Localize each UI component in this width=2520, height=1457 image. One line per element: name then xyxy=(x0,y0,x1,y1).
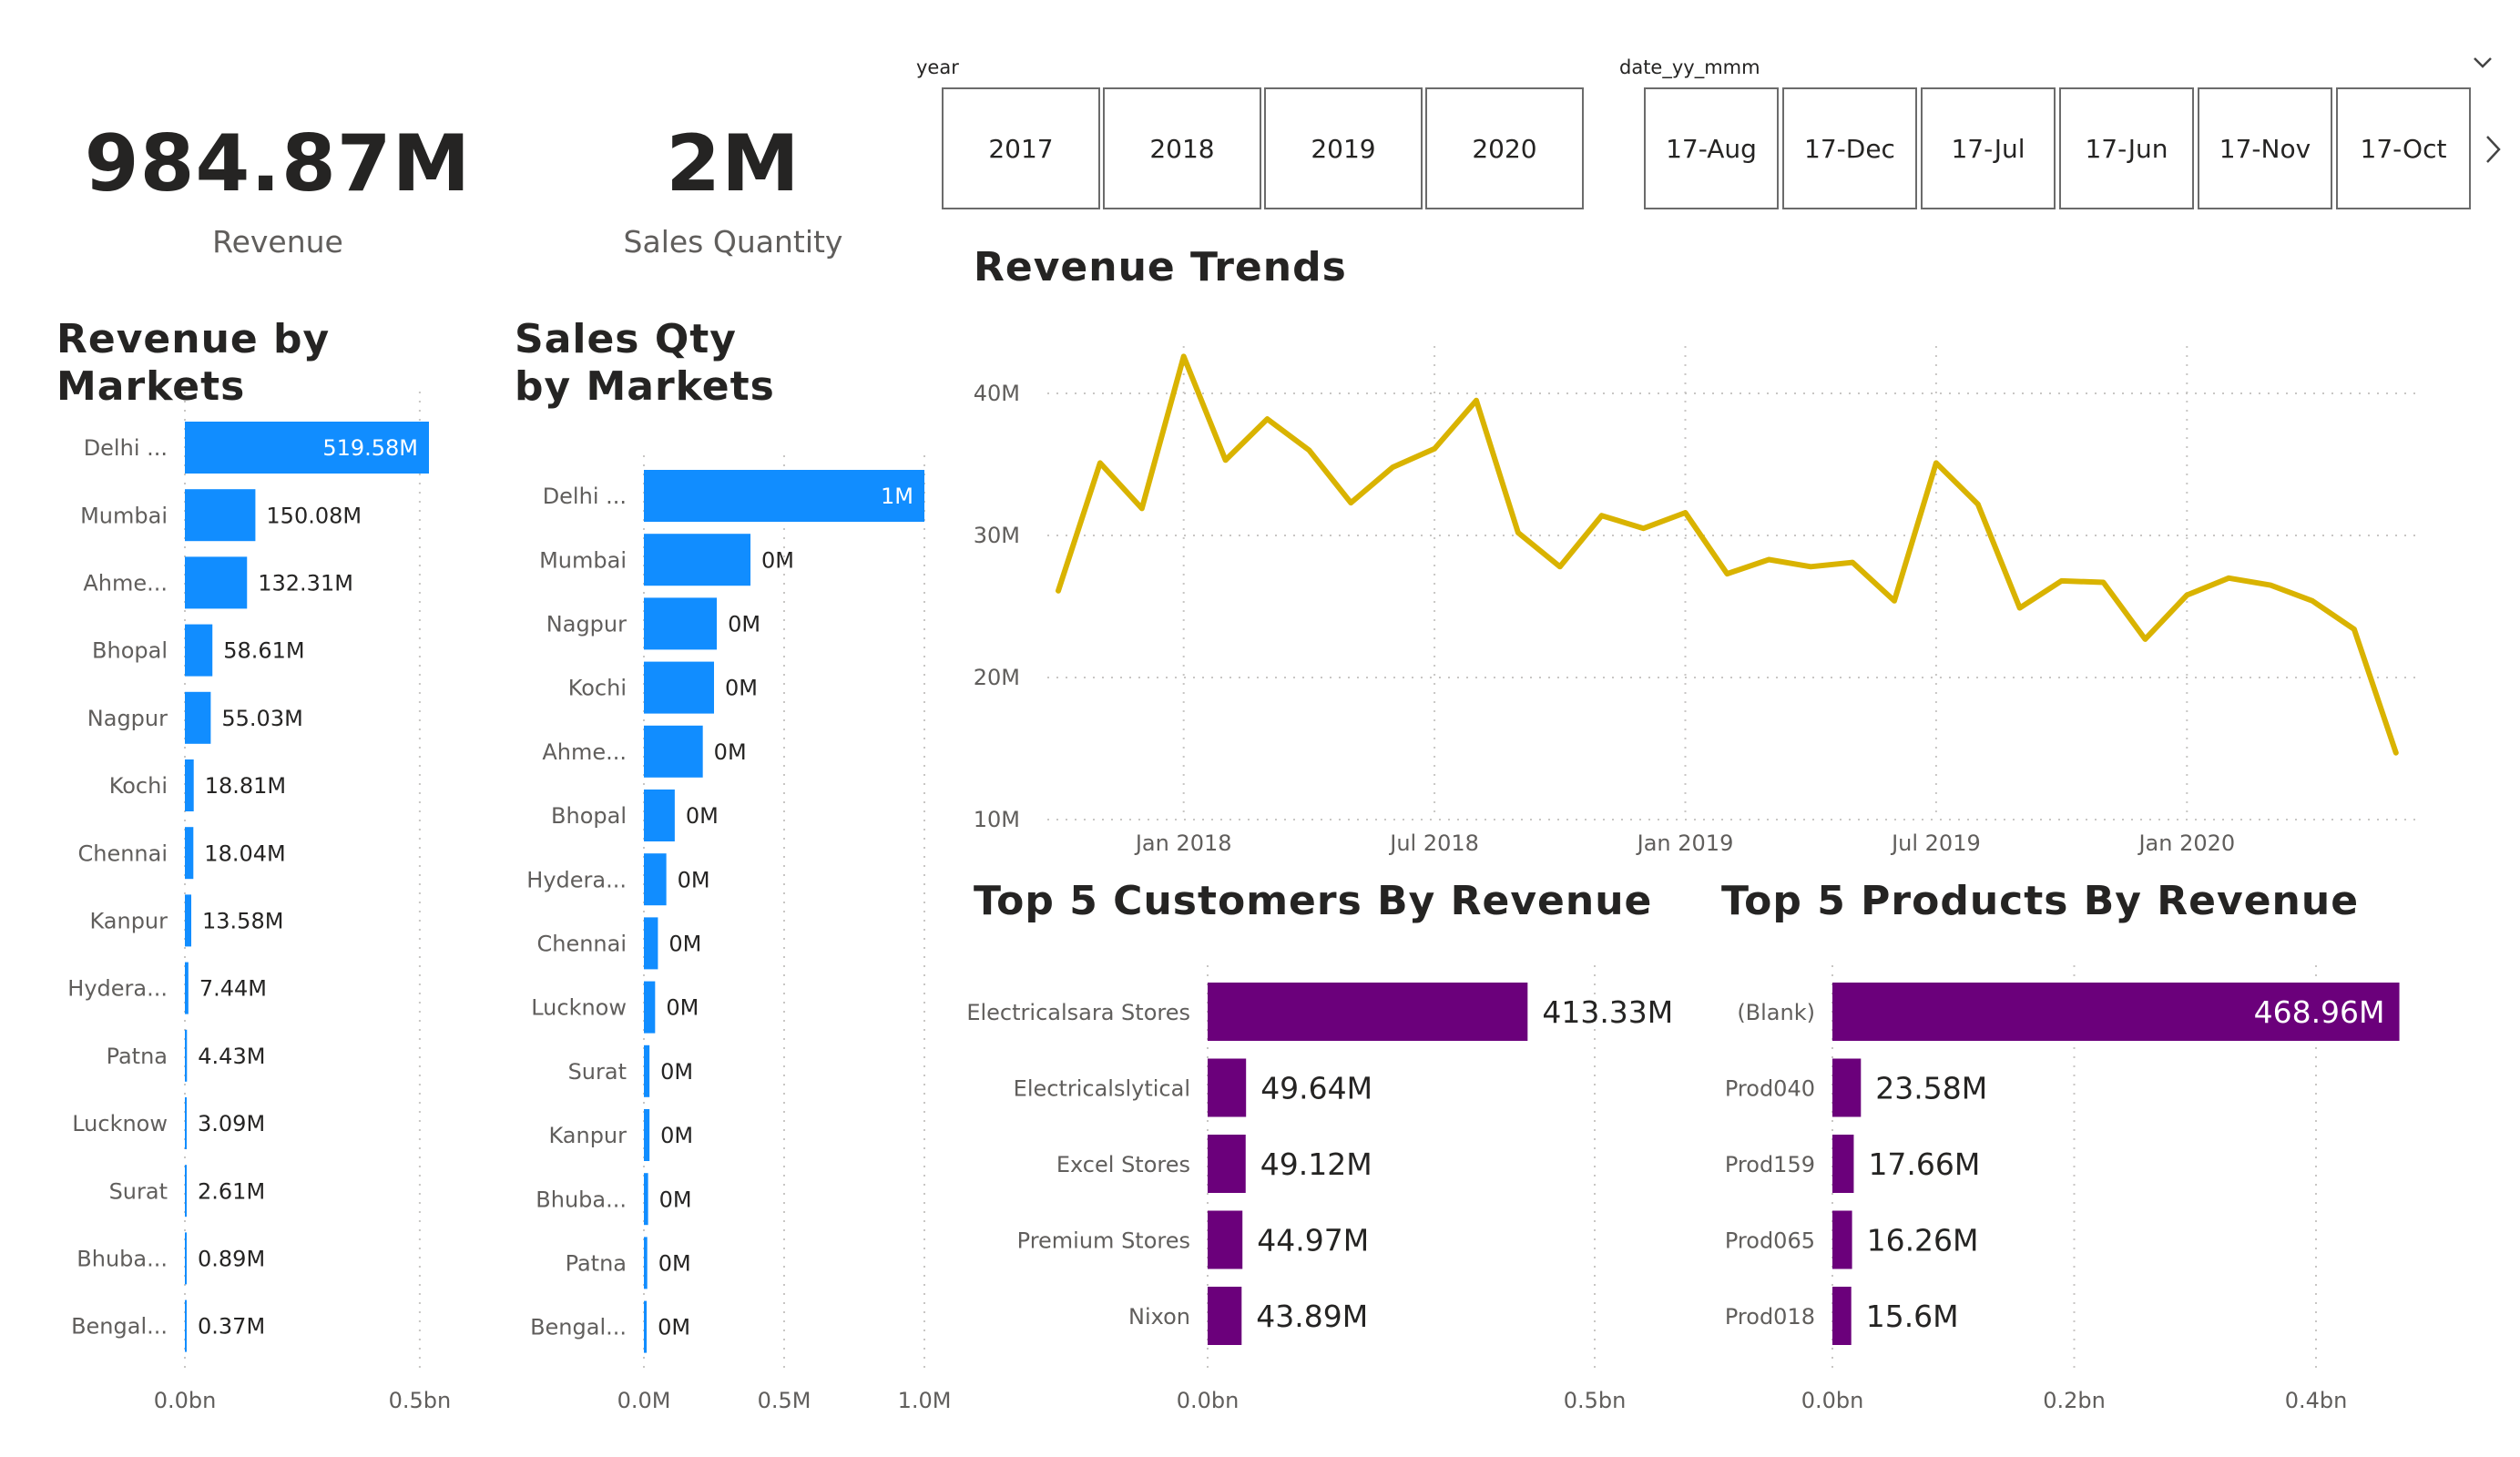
top-products-category-label: Prod159 xyxy=(1725,1152,1815,1177)
top-products-bar xyxy=(1832,1210,1852,1269)
top-products-chart: 0.0bn 0.2bn 0.4bn (Blank) 468.96M Prod040 23.5… xyxy=(1725,965,2400,1413)
top-products-category-label: Prod018 xyxy=(1725,1304,1815,1330)
top-products-category-label: Prod065 xyxy=(1725,1228,1815,1254)
top-products-x-tick-label: 0.2bn xyxy=(2043,1388,2106,1413)
top-products-bar xyxy=(1832,1135,1854,1193)
top-products-data-label: 23.58M xyxy=(1875,1071,1987,1106)
top-products-bar xyxy=(1832,1058,1862,1117)
top-products-data-label: 17.66M xyxy=(1868,1146,1980,1182)
top-products-data-label: 468.96M xyxy=(2254,994,2385,1030)
top-products-data-label: 15.6M xyxy=(1866,1299,1959,1334)
top-products-x-tick-label: 0.4bn xyxy=(2285,1388,2348,1413)
top-products-bar xyxy=(1832,1287,1852,1345)
top-products-category-label: (Blank) xyxy=(1737,1000,1815,1025)
top-products-data-label: 16.26M xyxy=(1867,1223,1979,1258)
top-products-category-label: Prod040 xyxy=(1725,1076,1815,1102)
top-products-x-tick-label: 0.0bn xyxy=(1801,1388,1864,1413)
